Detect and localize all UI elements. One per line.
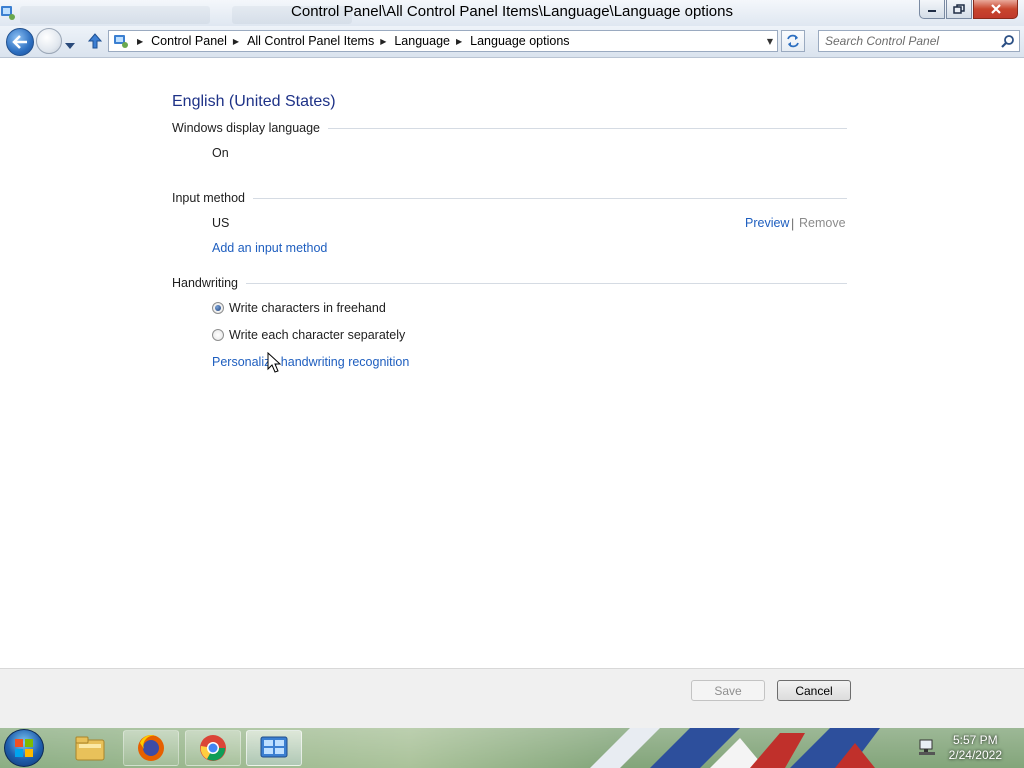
breadcrumb-separator-icon[interactable]: ▶	[233, 37, 239, 46]
taskbar-clock[interactable]: 5:57 PM 2/24/2022	[949, 733, 1002, 763]
section-divider	[246, 282, 847, 284]
link-separator: |	[791, 217, 795, 231]
section-label: Windows display language	[172, 121, 321, 135]
address-bar[interactable]: ▶ Control Panel ▶ All Control Panel Items…	[108, 30, 778, 52]
close-icon	[990, 4, 1001, 14]
radio-label[interactable]: Write each character separately	[229, 328, 405, 342]
dialog-footer: Save Cancel	[0, 668, 1024, 728]
input-method-section-header: Input method	[172, 191, 847, 205]
firefox-icon	[138, 735, 164, 761]
control-panel-icon	[260, 736, 288, 758]
title-bar: Control Panel\All Control Panel Items\La…	[0, 0, 1024, 26]
display-language-section-header: Windows display language	[172, 121, 847, 135]
breadcrumb-separator-icon[interactable]: ▶	[137, 37, 143, 46]
taskbar-control-panel[interactable]	[246, 730, 302, 766]
system-tray: 5:57 PM 2/24/2022	[914, 728, 1024, 768]
minimize-button[interactable]	[919, 0, 945, 19]
remove-link[interactable]: Remove	[799, 216, 846, 230]
radio-button-unselected[interactable]	[212, 329, 224, 341]
add-input-method-link[interactable]: Add an input method	[212, 241, 327, 255]
search-box[interactable]	[818, 30, 1020, 52]
control-panel-icon	[111, 31, 131, 51]
chrome-icon	[200, 735, 226, 761]
radio-separately[interactable]: Write each character separately	[212, 328, 405, 342]
folder-icon	[75, 736, 105, 761]
breadcrumb-separator-icon[interactable]: ▶	[380, 37, 386, 46]
refresh-icon	[787, 34, 799, 48]
breadcrumb-control-panel[interactable]: Control Panel	[151, 34, 227, 48]
window-title: Control Panel\All Control Panel Items\La…	[291, 3, 733, 20]
breadcrumb-language[interactable]: Language	[394, 34, 450, 48]
section-label: Input method	[172, 191, 245, 205]
radio-label[interactable]: Write characters in freehand	[229, 301, 386, 315]
display-language-status: On	[212, 146, 229, 160]
search-icon[interactable]	[1001, 34, 1015, 48]
clock-date: 2/24/2022	[948, 748, 1002, 762]
refresh-button[interactable]	[781, 30, 805, 52]
personalize-handwriting-link[interactable]: Personalize handwriting recognition	[212, 355, 409, 369]
taskbar: 5:57 PM 2/24/2022	[0, 728, 1024, 768]
breadcrumb-all-items[interactable]: All Control Panel Items	[247, 34, 374, 48]
recent-pages-dropdown[interactable]	[65, 38, 75, 52]
taskbar-firefox[interactable]	[123, 730, 179, 766]
close-button[interactable]	[973, 0, 1018, 19]
address-dropdown-icon[interactable]: ▼	[767, 37, 773, 46]
back-button[interactable]	[6, 28, 34, 56]
breadcrumb-language-options[interactable]: Language options	[470, 34, 569, 48]
language-options-panel: English (United States) Windows display …	[0, 59, 1024, 668]
preview-link[interactable]: Preview	[745, 216, 789, 230]
navigation-bar: ▶ Control Panel ▶ All Control Panel Items…	[0, 26, 1024, 58]
chevron-down-icon	[65, 43, 75, 49]
section-divider	[328, 127, 847, 129]
mouse-cursor-icon	[267, 352, 281, 373]
breadcrumb-separator-icon[interactable]: ▶	[456, 37, 462, 46]
forward-button[interactable]	[36, 28, 62, 54]
radio-freehand[interactable]: Write characters in freehand	[212, 301, 386, 315]
section-divider	[252, 197, 847, 199]
restore-button[interactable]	[946, 0, 972, 19]
back-arrow-icon	[12, 35, 27, 49]
start-button[interactable]	[4, 729, 44, 767]
handwriting-section-header: Handwriting	[172, 276, 847, 290]
taskbar-chrome[interactable]	[185, 730, 241, 766]
section-label: Handwriting	[172, 276, 239, 290]
save-button[interactable]: Save	[691, 680, 765, 701]
search-input[interactable]	[819, 31, 999, 51]
taskbar-explorer[interactable]	[62, 730, 118, 766]
clock-time: 5:57 PM	[952, 733, 998, 747]
restore-icon	[953, 4, 965, 14]
network-icon[interactable]	[918, 739, 936, 757]
input-method-name: US	[212, 216, 230, 230]
up-arrow-icon	[87, 33, 103, 49]
wallpaper-art	[590, 728, 910, 768]
radio-button-selected[interactable]	[212, 302, 224, 314]
up-button[interactable]	[87, 33, 103, 52]
cancel-button[interactable]: Cancel	[777, 680, 851, 701]
windows-logo-icon	[15, 739, 33, 757]
minimize-icon	[928, 10, 936, 12]
page-title: English (United States)	[172, 93, 336, 110]
